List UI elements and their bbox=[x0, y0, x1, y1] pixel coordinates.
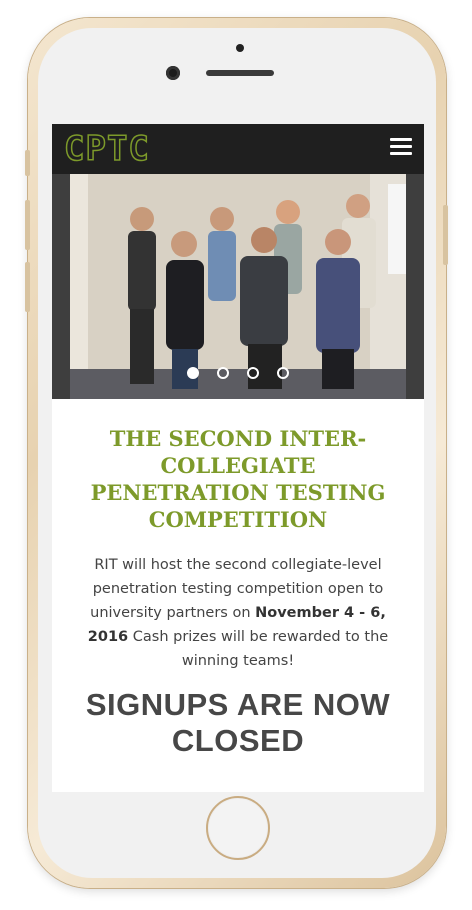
power-button bbox=[443, 205, 448, 265]
description-text-2: Cash prizes will be rewarded to the winn… bbox=[128, 629, 389, 669]
carousel-dot-2[interactable] bbox=[217, 367, 229, 379]
earpiece-speaker bbox=[206, 70, 274, 76]
carousel-dot-3[interactable] bbox=[247, 367, 259, 379]
proximity-sensor bbox=[236, 44, 244, 52]
competition-title: THE SECOND INTER-COLLEGIATE PENETRATION … bbox=[90, 426, 386, 532]
hamburger-menu-icon[interactable] bbox=[390, 138, 412, 156]
image-carousel[interactable] bbox=[52, 174, 424, 399]
navbar: CPTC bbox=[52, 124, 424, 174]
cptc-logo[interactable]: CPTC bbox=[63, 128, 150, 170]
volume-down-button bbox=[25, 262, 30, 312]
carousel-dot-4[interactable] bbox=[277, 367, 289, 379]
front-camera bbox=[166, 66, 180, 80]
mute-switch bbox=[25, 150, 30, 176]
competition-description: RIT will host the second collegiate-leve… bbox=[70, 553, 406, 673]
main-content: THE SECOND INTER-COLLEGIATE PENETRATION … bbox=[52, 399, 424, 759]
carousel-dot-1[interactable] bbox=[187, 367, 199, 379]
signup-status: SIGNUPS ARE NOW CLOSED bbox=[85, 687, 391, 758]
home-button[interactable] bbox=[206, 796, 270, 860]
volume-up-button bbox=[25, 200, 30, 250]
carousel-indicators bbox=[52, 364, 424, 383]
phone-screen: CPTC THE SECOND INTER-COLLEGIATE PENETRA… bbox=[52, 124, 424, 792]
